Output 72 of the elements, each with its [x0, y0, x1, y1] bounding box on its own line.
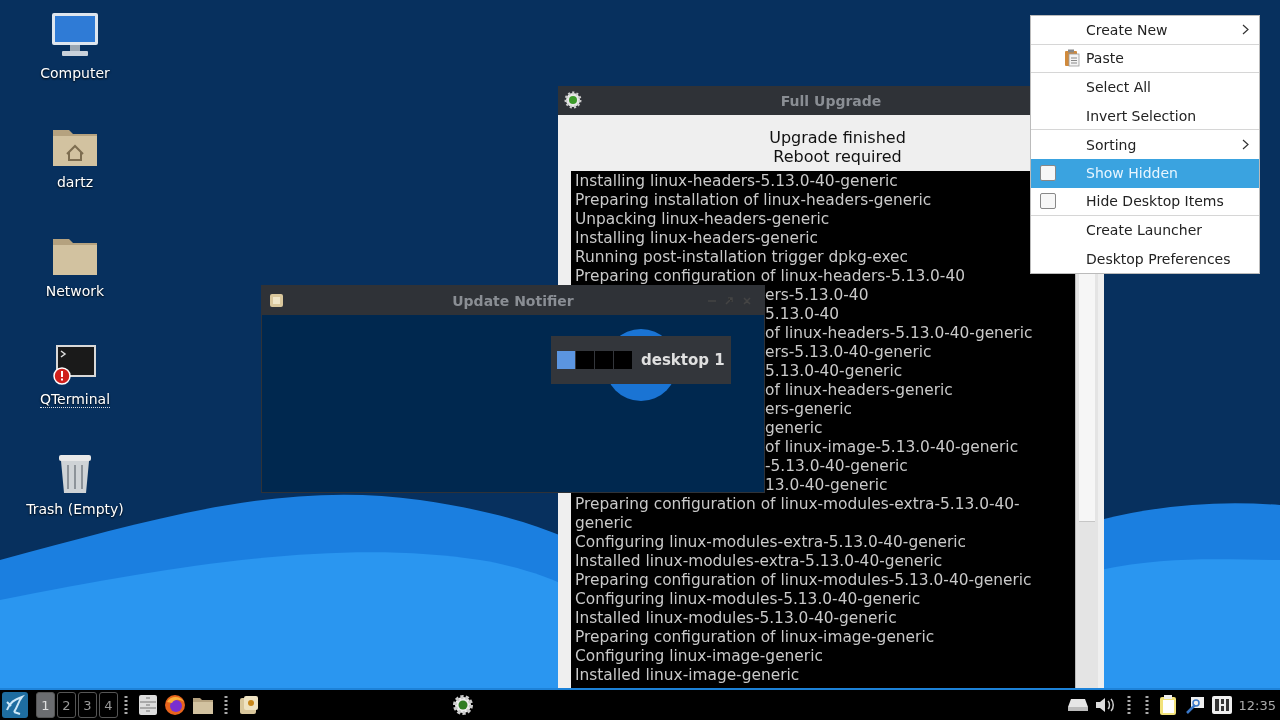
desktop-name: desktop 1	[641, 351, 725, 369]
log-line: 13.0-40-generic	[765, 476, 888, 495]
menu-item[interactable]: Hide Desktop Items	[1031, 187, 1259, 217]
window-title: Full Upgrade	[780, 92, 882, 109]
log-line: Installed linux-modules-extra-5.13.0-40-generic	[575, 552, 943, 571]
log-line: Unpacking linux-headers-generic	[575, 210, 830, 229]
log-line: ers-generic	[765, 400, 852, 419]
separator-icon	[124, 695, 128, 715]
log-line: Configuring linux-modules-extra-5.13.0-40-generic	[575, 533, 966, 552]
menu-item[interactable]: Sorting	[1031, 130, 1259, 159]
log-line: Configuring linux-image-generic	[575, 647, 823, 666]
icon-label[interactable]: Computer	[40, 65, 110, 81]
separator-icon	[224, 695, 228, 715]
log-line: generic	[765, 419, 823, 438]
file-cabinet-icon[interactable]	[138, 694, 158, 716]
volume-icon[interactable]	[1094, 696, 1117, 714]
log-line: ers-5.13.0-40	[765, 286, 869, 305]
chevron-right-icon	[1242, 139, 1249, 151]
clock[interactable]: 12:35	[1238, 697, 1276, 713]
desktop-button[interactable]: 2	[57, 692, 76, 718]
log-line: Preparing configuration of linux-image-generic	[575, 628, 935, 647]
icon-label[interactable]: Network	[45, 283, 105, 299]
icon-label[interactable]: dartz	[56, 174, 94, 190]
desktop-button[interactable]: 3	[78, 692, 97, 718]
log-line: Preparing configuration of linux-modules-5.13.0-40-generic	[575, 571, 1032, 590]
separator-icon	[1144, 695, 1149, 715]
log-line: Running post-installation trigger dpkg-exec	[575, 248, 909, 267]
terminal-icon[interactable]	[52, 343, 98, 385]
log-line: Preparing installation of linux-headers-generic	[575, 191, 932, 210]
package-icon	[268, 291, 286, 309]
menu-item[interactable]: Create Launcher	[1031, 216, 1259, 245]
menu-item[interactable]: Select All	[1031, 73, 1259, 102]
log-line: 5.13.0-40-generic	[765, 362, 903, 381]
log-line: -5.13.0-40-generic	[765, 457, 908, 476]
menu-item[interactable]: Invert Selection	[1031, 101, 1259, 131]
clipboard-icon	[1064, 49, 1080, 68]
gear-icon	[564, 91, 582, 109]
menu-item[interactable]: Paste	[1031, 44, 1259, 74]
browser-icon[interactable]	[164, 694, 186, 716]
package-icon[interactable]	[238, 694, 260, 716]
window-title: Update Notifier	[452, 292, 574, 309]
desktop-button[interactable]: 4	[99, 692, 118, 718]
log-line: Preparing configuration of linux-modules-extra-5.13.0-40-generic	[575, 495, 1021, 533]
log-line: 5.13.0-40	[765, 305, 840, 324]
log-line: Configuring linux-modules-5.13.0-40-generic	[575, 590, 921, 609]
status-text: Reboot required	[773, 147, 902, 166]
drive-icon[interactable]	[1066, 698, 1089, 712]
menu-item[interactable]: Desktop Preferences	[1031, 244, 1259, 274]
log-line: Installed linux-image-generic	[575, 666, 800, 685]
chevron-right-icon	[1242, 24, 1249, 36]
log-line: Preparing configuration of linux-headers-5.13.0-40	[575, 267, 965, 286]
gear-icon[interactable]	[452, 694, 474, 716]
icon-label[interactable]: QTerminal	[39, 391, 111, 408]
log-line: Installed linux-modules-5.13.0-40-generic	[575, 609, 897, 628]
status-text: Upgrade finished	[769, 128, 906, 147]
computer-icon[interactable]	[50, 11, 100, 59]
keyboard-icon[interactable]	[1210, 695, 1233, 715]
separator-icon	[1126, 695, 1131, 715]
log-line: of linux-headers-generic	[765, 381, 953, 400]
log-line: of linux-image-5.13.0-40-generic	[765, 438, 1019, 457]
log-line: Installing linux-headers-5.13.0-40-generic	[575, 172, 898, 191]
desktop-button[interactable]: 1	[36, 692, 55, 718]
menu-item[interactable]: Create New	[1031, 16, 1259, 45]
icon-label[interactable]: Trash (Empty)	[26, 501, 124, 517]
log-line: of linux-headers-5.13.0-40-generic	[765, 324, 1033, 343]
bird-icon[interactable]	[2, 692, 28, 718]
checkbox[interactable]	[1040, 193, 1056, 210]
clipboard-icon[interactable]	[1158, 694, 1179, 716]
log-line: Installing linux-headers-generic	[575, 229, 819, 248]
log-line: ers-5.13.0-40-generic	[765, 343, 932, 362]
checkbox[interactable]	[1040, 165, 1056, 182]
folder-icon[interactable]	[192, 695, 214, 715]
